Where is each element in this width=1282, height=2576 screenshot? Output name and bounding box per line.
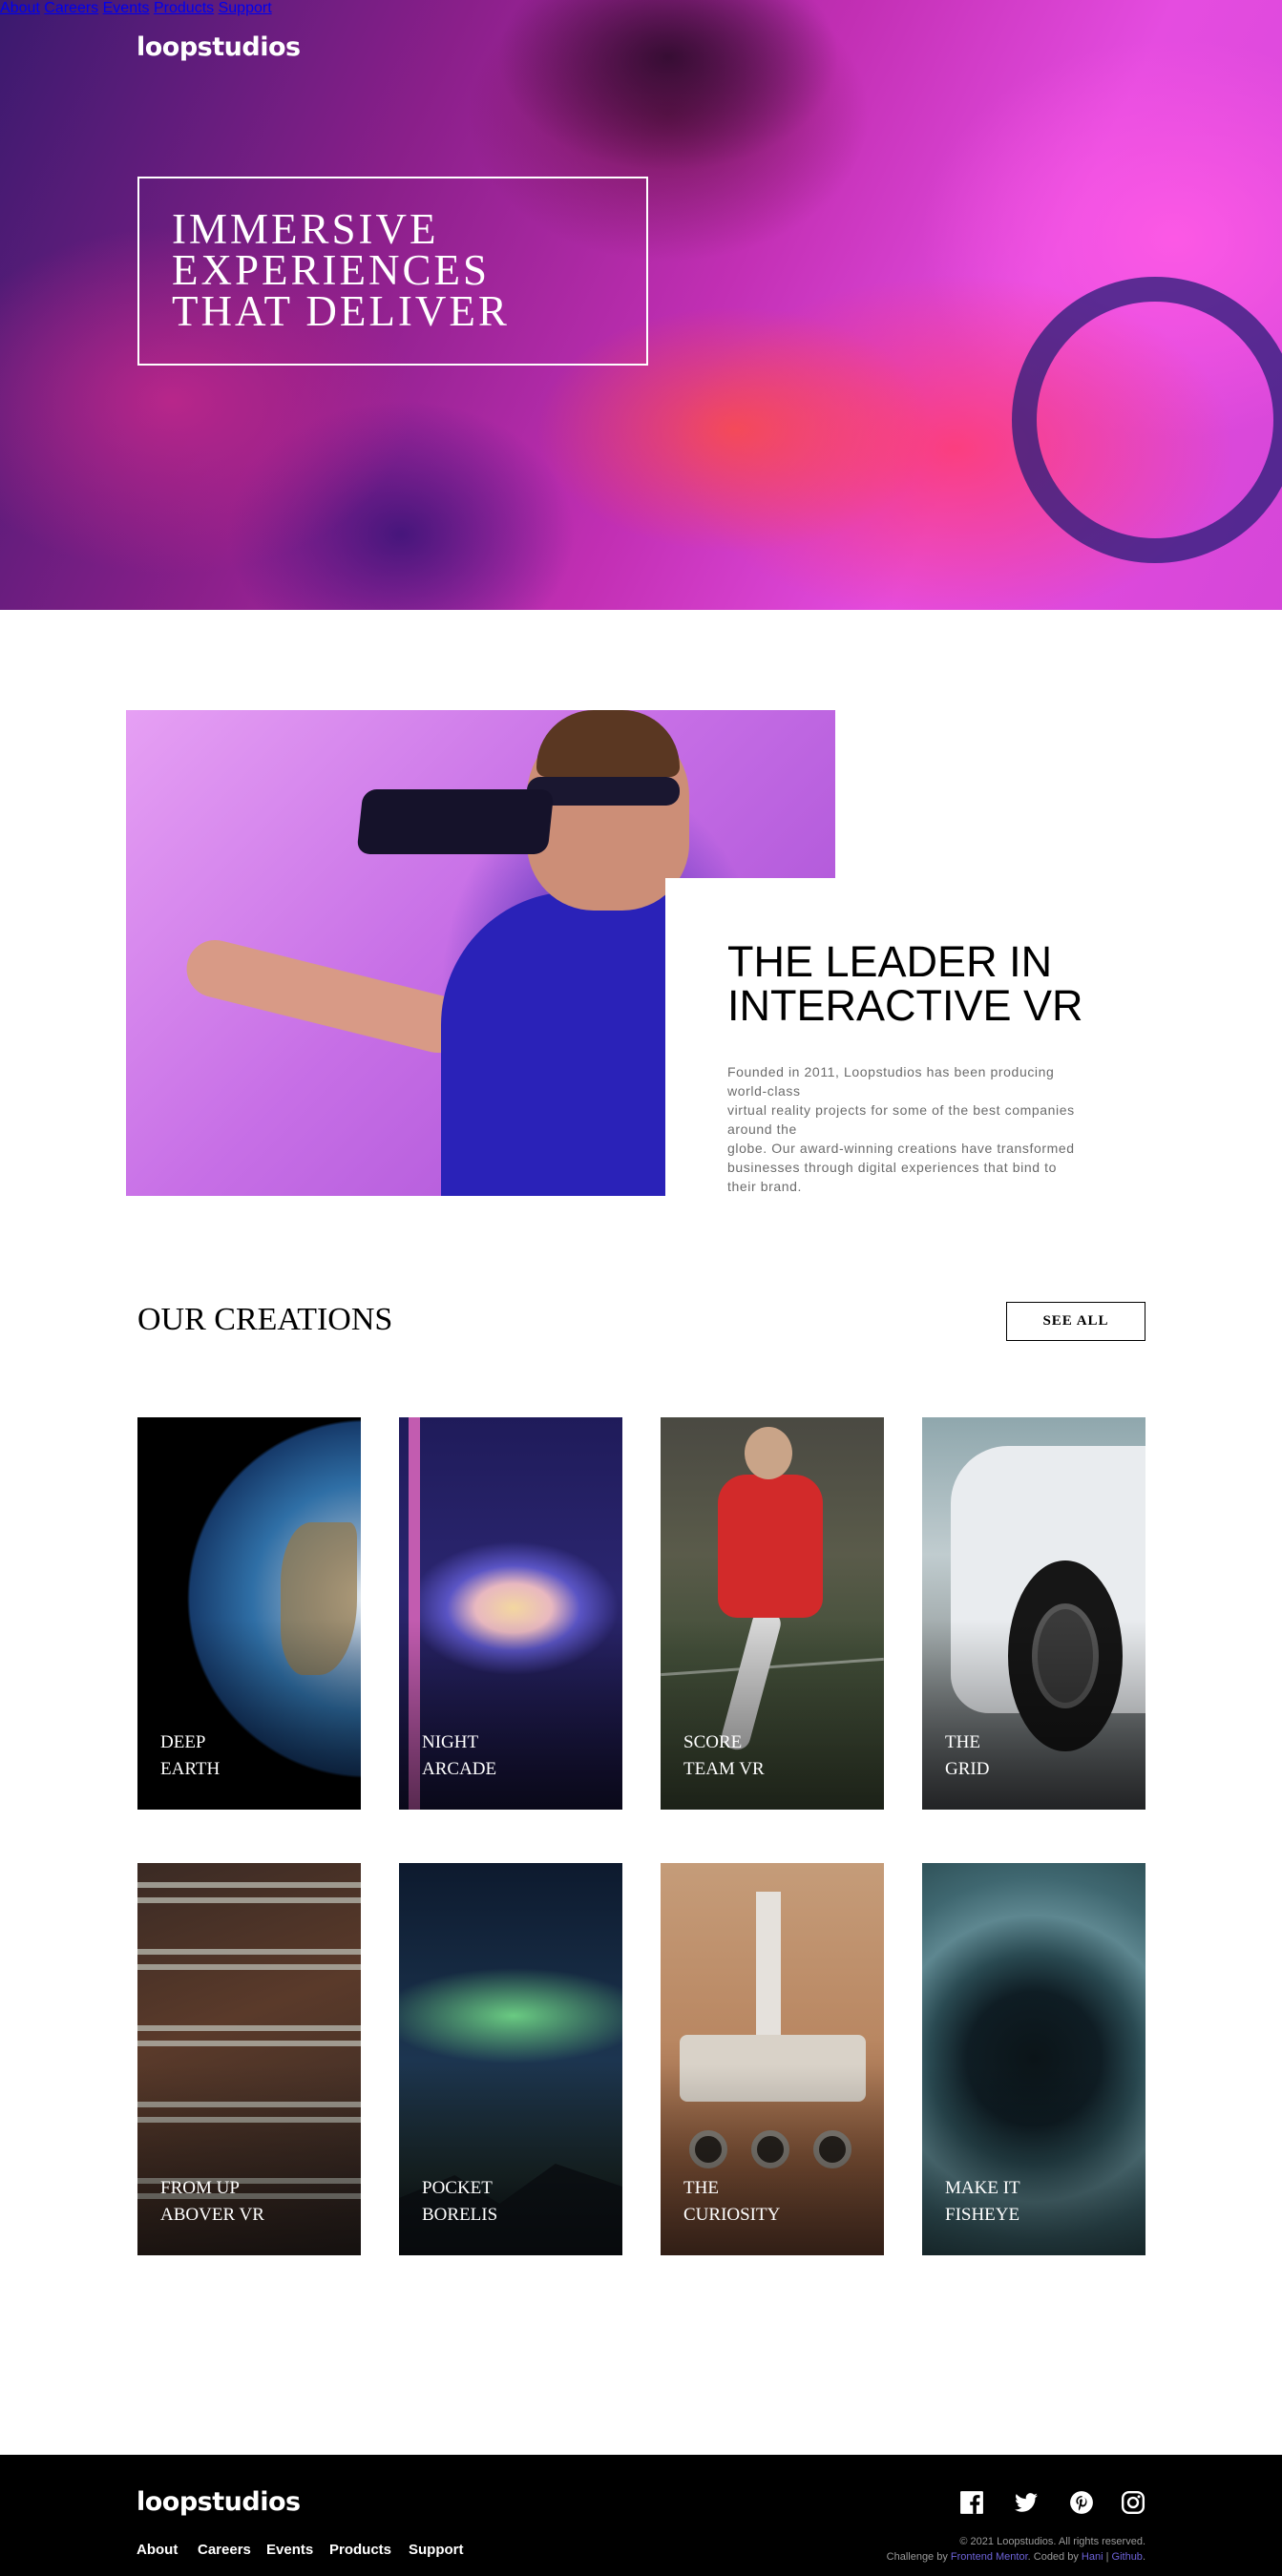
footer-nav-careers[interactable]: Careers: [198, 2542, 251, 2558]
hero-title-line: EXPERIENCES: [172, 246, 491, 294]
nav-events[interactable]: Events: [103, 0, 150, 16]
nav-careers[interactable]: Careers: [44, 0, 98, 16]
nav-products[interactable]: Products: [154, 0, 214, 16]
card-label-line: TEAM VR: [683, 1759, 765, 1779]
hero-section: loopstudios About Careers Events Product…: [0, 0, 1282, 610]
card-label-line: NIGHT: [422, 1732, 479, 1752]
card-image-detail: [745, 1427, 792, 1479]
see-all-button[interactable]: SEE ALL: [1006, 1302, 1145, 1341]
about-text-line: Founded in 2011, Loopstudios has been pr…: [727, 1064, 1055, 1079]
creations-title: OUR CREATIONS: [137, 1302, 393, 1337]
instagram-icon[interactable]: [1121, 2490, 1145, 2515]
creation-card-deep-earth[interactable]: DEEP EARTH: [137, 1417, 361, 1810]
hero-title: IMMERSIVE EXPERIENCES THAT DELIVER: [172, 205, 614, 335]
card-label: NIGHT ARCADE: [422, 1729, 496, 1783]
card-label-line: DEEP: [160, 1732, 206, 1752]
card-label-line: CURIOSITY: [683, 2205, 781, 2225]
github-link[interactable]: Github: [1112, 2551, 1143, 2563]
card-image-detail: [137, 1882, 361, 1903]
image-arm: [180, 933, 473, 1059]
about-text-line: their brand.: [727, 1179, 803, 1194]
card-label-line: MAKE IT: [945, 2178, 1020, 2198]
creation-card-night-arcade[interactable]: NIGHT ARCADE: [399, 1417, 622, 1810]
card-image-detail: [137, 1949, 361, 1970]
attribution-suffix: .: [1142, 2551, 1145, 2563]
creation-card-from-up-above-vr[interactable]: FROM UP ABOVER VR: [137, 1863, 361, 2255]
card-label: MAKE IT FISHEYE: [945, 2175, 1020, 2229]
footer-nav-support[interactable]: Support: [409, 2542, 464, 2558]
card-label-line: ARCADE: [422, 1759, 497, 1779]
creation-card-score-team-vr[interactable]: SCORE TEAM VR: [661, 1417, 884, 1810]
about-text-line: businesses through digital experiences t…: [727, 1160, 1058, 1175]
card-label: FROM UP ABOVER VR: [160, 2175, 264, 2229]
card-label: SCORE TEAM VR: [683, 1729, 765, 1783]
card-label: THE CURIOSITY: [683, 2175, 780, 2229]
image-hair: [536, 710, 680, 777]
about-title-line: INTERACTIVE VR: [727, 981, 1083, 1030]
attribution-prefix: Challenge by: [886, 2551, 951, 2563]
about-text-line: world-class: [727, 1083, 801, 1099]
about-title: THE LEADER IN INTERACTIVE VR: [727, 940, 1083, 1028]
footer-credits: © 2021 Loopstudios. All rights reserved.…: [887, 2534, 1145, 2565]
logo[interactable]: loopstudios: [137, 32, 301, 62]
card-label-line: BORELIS: [422, 2205, 498, 2225]
creation-card-the-curiosity[interactable]: THE CURIOSITY: [661, 1863, 884, 2255]
card-label-line: THE: [683, 2178, 719, 2198]
image-vr-headset: [356, 789, 555, 854]
about-text-line: globe. Our award-winning creations have …: [727, 1141, 1075, 1156]
creation-card-the-grid[interactable]: THE GRID: [922, 1417, 1145, 1810]
attribution-coded-by: . Coded by: [1027, 2551, 1082, 2563]
copyright-text: © 2021 Loopstudios. All rights reserved.: [959, 2536, 1145, 2547]
card-label-line: EARTH: [160, 1759, 221, 1779]
creation-card-pocket-borelis[interactable]: POCKET BORELIS: [399, 1863, 622, 2255]
footer-nav-products[interactable]: Products: [329, 2542, 391, 2558]
card-image-detail: [718, 1475, 823, 1618]
frontend-mentor-link[interactable]: Frontend Mentor: [951, 2551, 1028, 2563]
card-label-line: SCORE: [683, 1732, 743, 1752]
pinterest-icon[interactable]: [1069, 2490, 1094, 2515]
hero-background-shape: [496, 0, 840, 172]
hero-steering-wheel: [1012, 277, 1282, 563]
about-text-line: virtual reality projects for some of the…: [727, 1102, 1075, 1118]
attribution-separator: |: [1103, 2551, 1112, 2563]
card-label-line: POCKET: [422, 2178, 493, 2198]
card-label-line: THE: [945, 1732, 980, 1752]
footer-nav-events[interactable]: Events: [266, 2542, 313, 2558]
card-label: DEEP EARTH: [160, 1729, 220, 1783]
card-image-detail: [137, 2025, 361, 2046]
twitter-icon[interactable]: [1014, 2490, 1039, 2515]
creation-card-make-it-fisheye[interactable]: MAKE IT FISHEYE: [922, 1863, 1145, 2255]
hero-title-line: THAT DELIVER: [172, 287, 510, 335]
card-image-detail: [756, 1892, 781, 2044]
nav-support[interactable]: Support: [219, 0, 272, 16]
hero-title-line: IMMERSIVE: [172, 205, 439, 253]
author-link[interactable]: Hani: [1082, 2551, 1103, 2563]
attribution-text: Challenge by Frontend Mentor. Coded by H…: [887, 2549, 1145, 2565]
card-label-line: ABOVER VR: [160, 2205, 264, 2225]
card-label-line: FISHEYE: [945, 2205, 1020, 2225]
about-text-line: around the: [727, 1121, 797, 1137]
card-label: POCKET BORELIS: [422, 2175, 497, 2229]
about-title-line: THE LEADER IN: [727, 937, 1053, 986]
footer-nav-about[interactable]: About: [137, 2542, 178, 2558]
hero-title-box: IMMERSIVE EXPERIENCES THAT DELIVER: [137, 177, 648, 366]
about-description: Founded in 2011, Loopstudios has been pr…: [727, 1062, 1119, 1196]
footer-logo[interactable]: loopstudios: [137, 2487, 301, 2517]
facebook-icon[interactable]: [959, 2490, 984, 2515]
card-label-line: FROM UP: [160, 2178, 240, 2198]
card-label: THE GRID: [945, 1729, 989, 1783]
nav-about[interactable]: About: [0, 0, 40, 16]
card-label-line: GRID: [945, 1759, 990, 1779]
